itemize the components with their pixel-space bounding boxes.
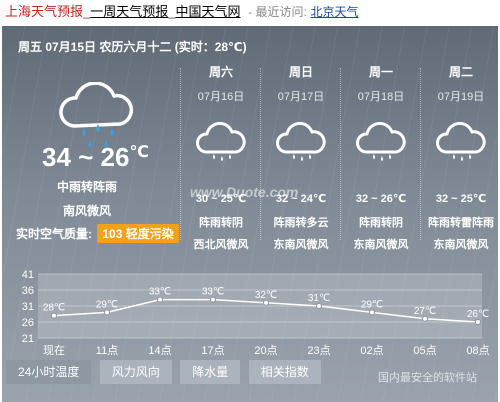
chart-y-tick-label: 26 <box>22 317 34 329</box>
forecast-day-2[interactable]: 周日 07月17日 32 ~ 24℃ 阵雨转多云 东南风微风 <box>262 64 340 251</box>
chart-x-tick-label: 17点 <box>201 344 224 357</box>
chart-point <box>369 309 375 316</box>
chart-y-tick-label: 36 <box>22 285 34 297</box>
chart-point <box>51 312 57 319</box>
forecast-weather: 阵雨转雷阵雨 <box>428 217 494 229</box>
forecast-day-name: 周六 <box>208 65 233 79</box>
forecast-day-1[interactable]: 周六 07月16日 30 ~ 25℃ 阵雨转阴 西北风微风 <box>182 64 260 251</box>
recent-city-link[interactable]: 北京天气 <box>310 5 358 19</box>
today-date-line: 周五 07月15日 农历六月十二 (实时：28℃) <box>18 40 247 54</box>
chart-x-tick-label: 现在 <box>43 344 65 357</box>
forecast-day-name: 周日 <box>288 65 313 79</box>
tab-24h-temperature[interactable]: 24小时温度 <box>6 360 92 384</box>
title-separator-2: _ <box>168 4 176 19</box>
chart-x-tick-label: 23点 <box>307 344 330 357</box>
forecast-day-name: 周二 <box>448 65 473 79</box>
today-wind-text: 南风微风 <box>62 204 111 218</box>
chart-tabs: 24小时温度 风力风向 降水量 相关指数 <box>6 360 325 384</box>
forecast-weather: 阵雨转阴 <box>359 217 403 229</box>
column-divider <box>180 68 181 240</box>
forecast-weather: 阵雨转多云 <box>273 217 329 229</box>
chart-x-tick-label: 05点 <box>413 344 436 357</box>
rain-cloud-icon <box>356 121 406 161</box>
today-temp-unit: ℃ <box>129 144 149 161</box>
chart-point <box>157 296 163 303</box>
duote-watermark: www.Duote.com <box>190 184 299 200</box>
chart-data-label: 32℃ <box>255 290 277 301</box>
rain-cloud-icon <box>196 121 246 161</box>
chart-data-label: 27℃ <box>414 306 436 317</box>
chart-point <box>263 299 269 306</box>
forecast-temp: 32 ~ 26℃ <box>355 193 407 205</box>
today-temp-value: 34 ~ 26 <box>42 142 130 172</box>
recent-visits-label: - 最近访问: <box>248 5 307 19</box>
weather-panel: 周五 07月15日 农历六月十二 (实时：28℃) 34 ~ 26℃ 中雨转阵雨… <box>2 26 498 402</box>
forecast-day-3[interactable]: 周一 07月18日 32 ~ 26℃ 阵雨转阴 东南风微风 <box>342 64 420 251</box>
forecast-date: 07月18日 <box>357 91 405 103</box>
column-divider <box>340 68 341 240</box>
forecast-wind: 东南风微风 <box>353 239 409 251</box>
chart-x-tick-label: 11点 <box>96 344 118 357</box>
chart-data-label: 29℃ <box>361 299 383 310</box>
aqi-row: 实时空气质量: 103 轻度污染 <box>16 224 179 243</box>
today-weather-text: 中雨转阵雨 <box>56 180 117 194</box>
forecast-day-name: 周一 <box>368 65 393 79</box>
forecast-date: 07月19日 <box>437 91 485 103</box>
forecast-date: 07月16日 <box>197 91 245 103</box>
page-header: 上海天气预报_一周天气预报_中国天气网 - 最近访问: 北京天气 <box>0 0 500 24</box>
forecast-temp: 32 ~ 25℃ <box>435 193 487 205</box>
forecast-wind: 西北风微风 <box>193 239 249 251</box>
forecast-wind: 东南风微风 <box>433 239 489 251</box>
chart-x-tick-label: 14点 <box>148 344 171 357</box>
chart-x-tick-label: 20点 <box>254 344 277 357</box>
chart-data-label: 28℃ <box>43 303 65 314</box>
chart-point <box>210 296 216 303</box>
chart-x-tick-label: 02点 <box>360 344 383 357</box>
chart-point <box>104 309 110 316</box>
chart-point <box>422 315 428 322</box>
temperature-line-chart: 41 36 31 26 21 现在 11点 14点 17点 20点 23点 02点 05点 08点 28℃ 2… <box>22 269 490 357</box>
chart-point <box>475 319 481 325</box>
aqi-badge[interactable]: 103 轻度污染 <box>97 224 179 243</box>
forecast-weather: 阵雨转阴 <box>199 217 243 229</box>
tab-indices[interactable]: 相关指数 <box>248 360 321 384</box>
today-temp-range: 34 ~ 26℃ <box>42 142 149 173</box>
chart-x-tick-label: 08点 <box>466 344 489 357</box>
title-week-weather-link[interactable]: 一周天气预报 <box>90 4 168 19</box>
chart-data-label: 26℃ <box>467 309 489 320</box>
title-city-weather-link[interactable]: 上海天气预报 <box>5 4 83 19</box>
forecast-date: 07月17日 <box>277 91 325 103</box>
forecast-wind: 东南风微风 <box>273 239 329 251</box>
chart-data-label: 29℃ <box>96 299 118 310</box>
chart-data-label: 33℃ <box>202 287 224 298</box>
title-site-link[interactable]: 中国天气网 <box>176 4 241 19</box>
chart-point <box>316 303 322 309</box>
tab-wind[interactable]: 风力风向 <box>99 360 172 384</box>
rain-cloud-icon <box>276 121 326 161</box>
bottom-watermark: 国内最安全的软件站 <box>378 372 477 384</box>
forecast-day-4[interactable]: 周二 07月19日 32 ~ 25℃ 阵雨转雷阵雨 东南风微风 <box>422 64 498 251</box>
aqi-label: 实时空气质量: <box>16 227 92 241</box>
rain-cloud-icon <box>436 121 486 161</box>
column-divider <box>260 68 261 240</box>
tab-precipitation[interactable]: 降水量 <box>180 360 241 384</box>
chart-y-tick-label: 21 <box>22 333 34 345</box>
chart-y-tick-label: 41 <box>22 269 34 281</box>
chart-data-label: 33℃ <box>149 287 171 298</box>
chart-y-tick-label: 31 <box>22 301 34 313</box>
chart-data-label: 31℃ <box>308 293 330 304</box>
column-divider <box>420 68 421 240</box>
